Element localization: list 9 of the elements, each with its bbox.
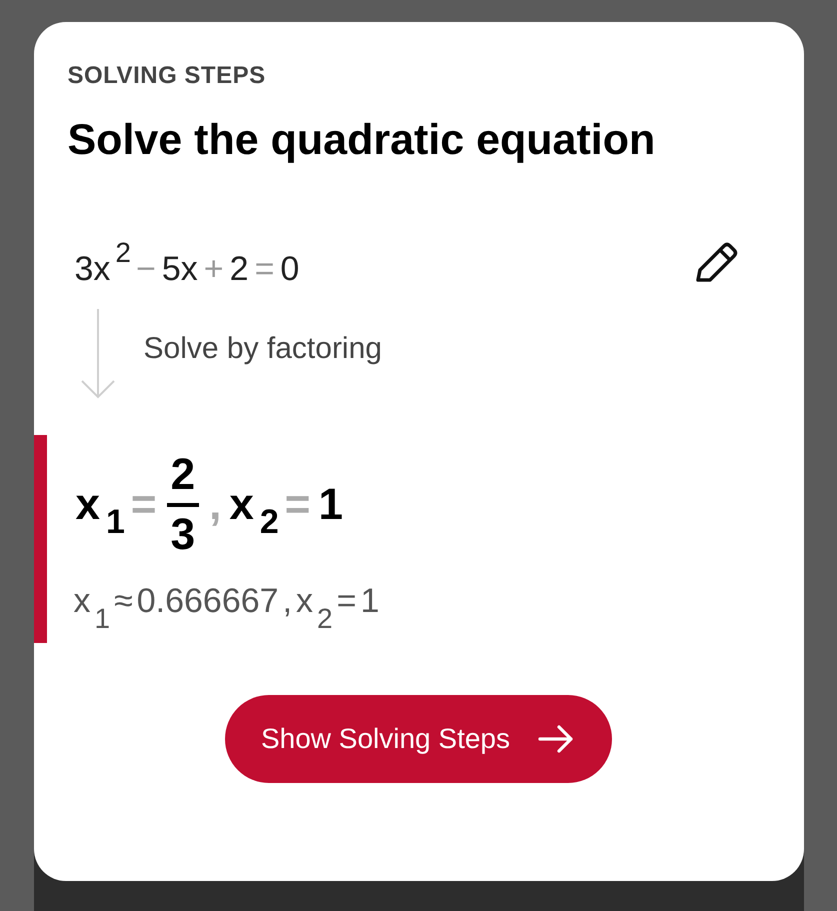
show-steps-button[interactable]: Show Solving Steps xyxy=(224,694,612,783)
down-arrow-icon xyxy=(80,309,116,399)
equation: 3x$^{2}$− 5x + 2 = 0 xyxy=(74,237,300,289)
arrow-right-icon xyxy=(538,724,574,753)
edit-icon[interactable] xyxy=(694,242,738,284)
method-label: Solve by factoring xyxy=(144,332,382,366)
card-title: Solve the quadratic equation xyxy=(68,116,656,165)
section-header: SOLVING STEPS xyxy=(68,62,267,90)
approximate-solution: x$_{1}$≈0.666667,x$_{2}$=1 xyxy=(72,582,380,635)
